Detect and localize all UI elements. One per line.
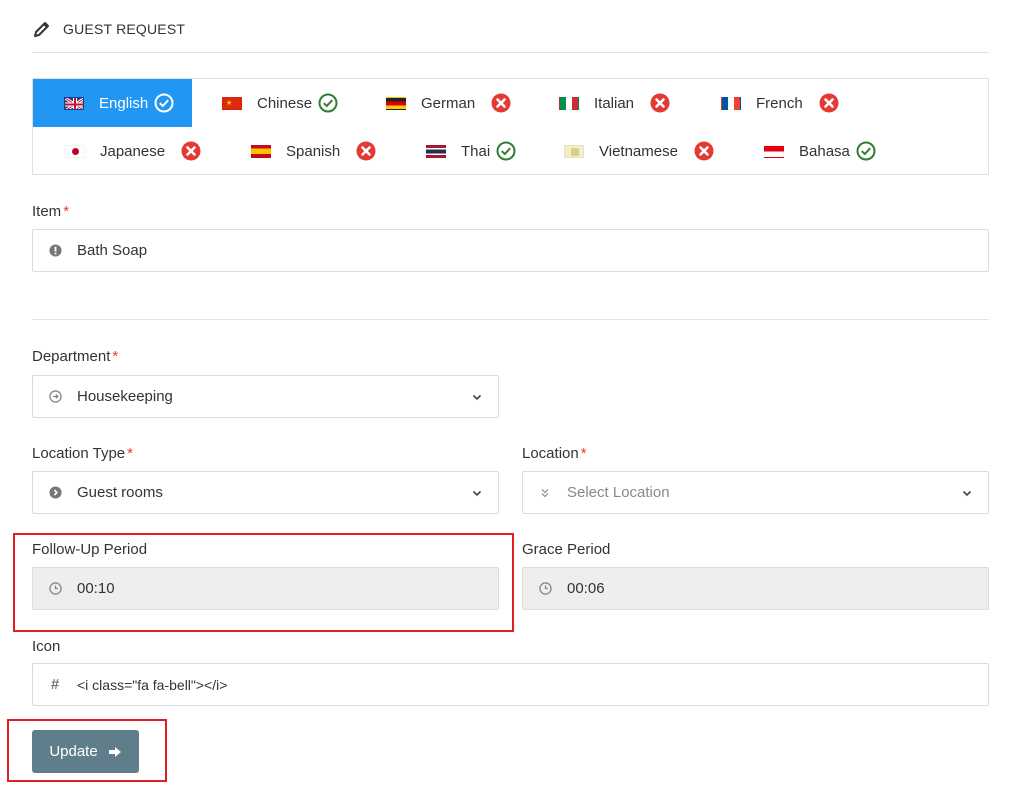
- follow-up-value: 00:10: [77, 580, 115, 597]
- x-circle-icon: [491, 93, 511, 113]
- item-field[interactable]: Bath Soap: [32, 229, 989, 272]
- tab-italian[interactable]: Italian: [559, 79, 670, 127]
- tab-thai[interactable]: Thai: [426, 127, 516, 175]
- required-mark: *: [127, 445, 133, 462]
- item-value: Bath Soap: [77, 242, 148, 259]
- required-mark: *: [580, 445, 587, 462]
- tab-label: English: [99, 94, 149, 112]
- tab-label: Spanish: [286, 142, 341, 160]
- hashtag-icon: #: [50, 676, 60, 693]
- chevron-down-icon: [472, 490, 482, 497]
- required-mark: *: [112, 348, 119, 365]
- location-type-select[interactable]: Guest rooms: [32, 471, 499, 514]
- tab-label: Thai: [461, 142, 491, 160]
- item-label-text: Item: [32, 203, 62, 220]
- double-chevron-down-icon: [538, 486, 552, 500]
- location-type-label-text: Location Type: [32, 445, 126, 462]
- tab-english[interactable]: English: [33, 79, 192, 127]
- chevron-circle-right-icon: [48, 486, 62, 500]
- arrow-right-icon: [108, 746, 121, 757]
- uk-flag-icon: [64, 96, 84, 110]
- chevron-down-icon: [962, 490, 972, 497]
- page-title: GUEST REQUEST: [63, 21, 186, 37]
- vietnam-flag-icon: [564, 144, 584, 158]
- grace-period-label: Grace Period: [522, 541, 610, 558]
- icon-label: Icon: [32, 638, 60, 655]
- x-circle-icon: [356, 141, 376, 161]
- tab-japanese[interactable]: Japanese: [65, 127, 201, 175]
- tab-bahasa[interactable]: Bahasa: [764, 127, 876, 175]
- x-circle-icon: [694, 141, 714, 161]
- tab-label: Chinese: [257, 94, 313, 112]
- x-circle-icon: [181, 141, 201, 161]
- tab-spanish[interactable]: Spanish: [251, 127, 376, 175]
- tab-label: French: [756, 94, 803, 112]
- tab-label: Vietnamese: [599, 142, 678, 160]
- follow-up-field[interactable]: 00:10: [32, 567, 499, 610]
- japan-flag-icon: [65, 144, 85, 158]
- tab-vietnamese[interactable]: Vietnamese: [564, 127, 714, 175]
- spain-flag-icon: [251, 144, 271, 158]
- tab-chinese[interactable]: ★ Chinese: [222, 79, 338, 127]
- page-header: GUEST REQUEST: [32, 17, 989, 53]
- section-divider: [32, 319, 989, 320]
- italy-flag-icon: [559, 96, 579, 110]
- icon-label-text: Icon: [32, 638, 61, 655]
- tab-label: Italian: [594, 94, 635, 112]
- pencil-icon: [34, 22, 49, 37]
- indonesia-flag-icon: [764, 144, 784, 158]
- location-placeholder: Select Location: [567, 484, 670, 501]
- tab-label: Bahasa: [799, 142, 850, 160]
- department-value: Housekeeping: [77, 388, 173, 405]
- location-select[interactable]: Select Location: [522, 471, 989, 514]
- clock-icon: [538, 582, 552, 596]
- tab-label: German: [421, 94, 476, 112]
- tab-french[interactable]: French: [721, 79, 839, 127]
- grace-period-value: 00:06: [567, 580, 605, 597]
- follow-up-label: Follow-Up Period: [32, 541, 147, 558]
- location-type-label: Location Type *: [32, 445, 133, 462]
- tab-german[interactable]: German: [386, 79, 511, 127]
- location-label: Location *: [522, 445, 587, 462]
- icon-value: <i class="fa fa-bell"></i>: [77, 676, 228, 693]
- update-button-label: Update: [49, 743, 98, 760]
- grace-period-field[interactable]: 00:06: [522, 567, 989, 610]
- check-circle-icon: [154, 93, 174, 113]
- grace-period-label-text: Grace Period: [522, 541, 611, 558]
- department-label: Department *: [32, 348, 118, 365]
- language-tabs: English ★ Chinese German Italian French …: [32, 78, 989, 175]
- update-button[interactable]: Update: [32, 730, 139, 773]
- arrow-circle-right-icon: [48, 390, 62, 404]
- location-label-text: Location: [522, 445, 579, 462]
- x-circle-icon: [819, 93, 839, 113]
- x-circle-icon: [650, 93, 670, 113]
- follow-up-label-text: Follow-Up Period: [32, 541, 148, 558]
- required-mark: *: [63, 203, 70, 220]
- icon-field[interactable]: # <i class="fa fa-bell"></i>: [32, 663, 989, 706]
- location-type-value: Guest rooms: [77, 484, 163, 501]
- chevron-down-icon: [472, 394, 482, 401]
- tab-label: Japanese: [100, 142, 166, 160]
- france-flag-icon: [721, 96, 741, 110]
- check-circle-icon: [496, 141, 516, 161]
- thailand-flag-icon: [426, 144, 446, 158]
- department-select[interactable]: Housekeeping: [32, 375, 499, 418]
- germany-flag-icon: [386, 96, 406, 110]
- item-label: Item *: [32, 203, 69, 220]
- info-circle-icon: [48, 244, 62, 258]
- check-circle-icon: [856, 141, 876, 161]
- check-circle-icon: [318, 93, 338, 113]
- china-flag-icon: ★: [222, 96, 242, 110]
- department-label-text: Department: [32, 348, 111, 365]
- clock-icon: [48, 582, 62, 596]
